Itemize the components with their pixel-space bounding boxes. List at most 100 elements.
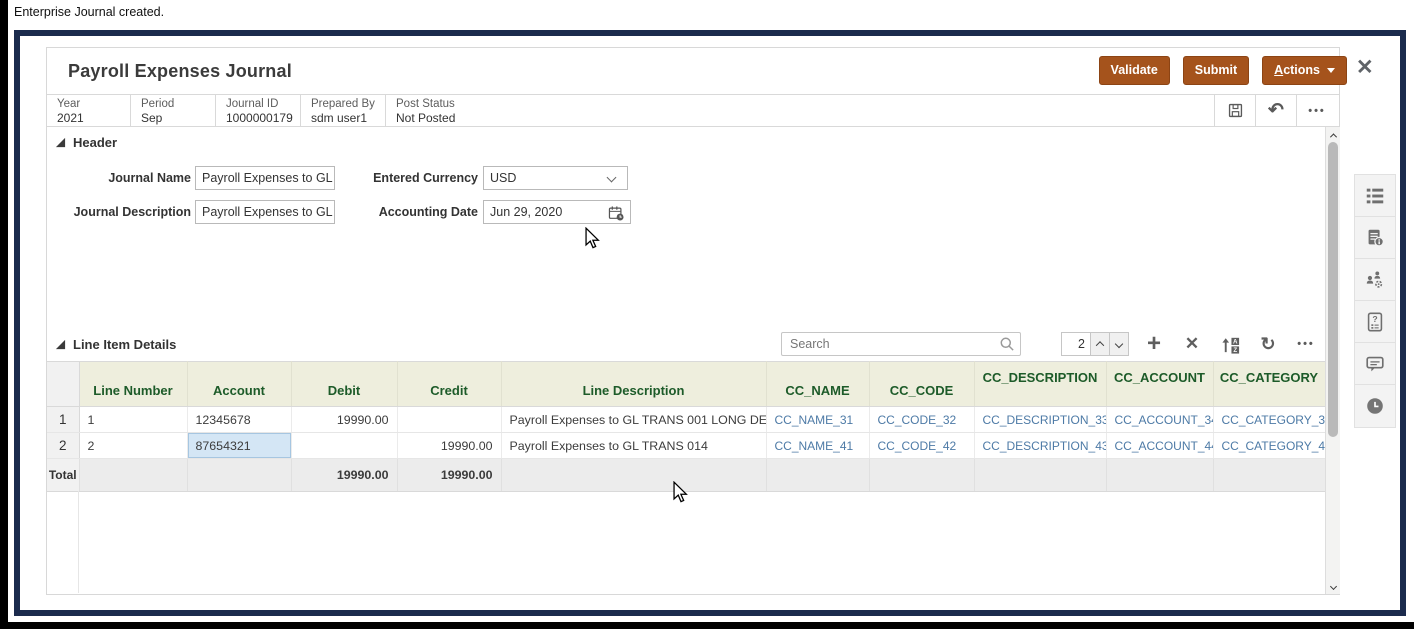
cell-debit[interactable] [291,433,397,459]
chevron-up-icon [1096,341,1104,349]
section-expanded-triangle-icon [55,137,66,148]
info-value: 1000000179 [226,111,300,125]
info-value: 2021 [57,111,130,125]
submit-button[interactable]: Submit [1183,56,1249,85]
line-items-section-toggle[interactable]: Line Item Details [55,337,176,352]
cell-cc-account[interactable]: CC_ACCOUNT_44 [1106,433,1213,459]
cell-cc-name[interactable]: CC_NAME_41 [766,433,869,459]
column-header-line-number[interactable]: Line Number [79,362,187,407]
cell-line-number[interactable]: 1 [79,407,187,433]
refresh-button[interactable]: ↻ [1253,332,1283,356]
total-cell-empty [869,459,974,492]
search-icon[interactable] [998,335,1016,353]
right-toolbar: ? [1354,174,1396,428]
column-header-cc-account[interactable]: CC_ACCOUNT [1106,362,1213,407]
delete-row-button[interactable]: ✕ [1177,332,1207,356]
accounting-date-field[interactable]: Jun 29, 2020 [483,200,631,224]
actions-button-label: Actions [1274,63,1320,77]
save-icon [1226,101,1245,120]
cell-cc-description[interactable]: CC_DESCRIPTION_43 [974,433,1106,459]
search-input[interactable] [781,332,1021,356]
plus-icon: + [1147,333,1161,355]
journal-panel: Payroll Expenses Journal Validate Submit… [46,47,1340,595]
comments-icon [1364,353,1386,375]
header-section-toggle[interactable]: Header [55,135,117,150]
actions-button[interactable]: Actions [1262,56,1347,85]
add-row-button[interactable]: + [1139,332,1169,356]
row-header-column [47,362,79,407]
spinner-up-button[interactable] [1090,332,1110,356]
cell-cc-account[interactable]: CC_ACCOUNT_34 [1106,407,1213,433]
column-header-line-description[interactable]: Line Description [501,362,766,407]
cell-line-description[interactable]: Payroll Expenses to GL TRANS 001 LONG DE… [501,407,766,433]
header-section-title: Header [73,135,117,150]
info-label: Prepared By [311,97,385,111]
ellipsis-icon: ••• [1308,105,1326,117]
entered-currency-select[interactable]: USD [483,166,628,190]
sort-button[interactable]: A Z [1215,332,1245,356]
info-field-prepared-by: Prepared By sdm user1 [301,95,386,126]
scrollbar-thumb[interactable] [1328,142,1338,437]
calendar-icon[interactable] [607,204,625,222]
journal-name-field[interactable]: Payroll Expenses to GL T [195,166,335,190]
cell-cc-category[interactable]: CC_CATEGORY_45 [1213,433,1325,459]
column-header-cc-description[interactable]: CC_DESCRIPTION [974,362,1106,407]
cell-cc-code[interactable]: CC_CODE_42 [869,433,974,459]
undo-button[interactable]: ↶ [1255,95,1296,126]
column-header-cc-name[interactable]: CC_NAME [766,362,869,407]
line-items-section-title: Line Item Details [73,337,176,352]
chevron-up-icon [1329,133,1336,140]
svg-text:Z: Z [1233,347,1237,354]
table-row: 1 1 12345678 19990.00 Payroll Expenses t… [47,407,1325,433]
cell-credit[interactable] [397,407,501,433]
cell-cc-name[interactable]: CC_NAME_31 [766,407,869,433]
history-clock-icon [1364,395,1386,417]
section-expanded-triangle-icon [55,339,66,350]
empty-grid-area [47,491,79,593]
comments-button[interactable] [1355,343,1395,385]
properties-list-button[interactable] [1355,175,1395,217]
more-options-button[interactable]: ••• [1296,95,1337,126]
save-button[interactable] [1214,95,1255,126]
cell-cc-code[interactable]: CC_CODE_32 [869,407,974,433]
total-cell-empty [79,459,187,492]
column-header-account[interactable]: Account [187,362,291,407]
history-button[interactable] [1355,385,1395,427]
journal-description-field[interactable]: Payroll Expenses to GL T [195,200,335,224]
row-spinner [1061,332,1129,356]
close-icon[interactable]: ✕ [1356,57,1374,79]
cell-credit[interactable]: 19990.00 [397,433,501,459]
column-header-cc-category[interactable]: CC_CATEGORY [1213,362,1325,407]
cell-account[interactable]: 12345678 [187,407,291,433]
cell-cc-description[interactable]: CC_DESCRIPTION_33 [974,407,1106,433]
scroll-up-button[interactable] [1326,128,1340,142]
help-questions-button[interactable]: ? [1355,301,1395,343]
info-field-post-status: Post Status Not Posted [386,95,471,126]
total-row: Total 19990.00 19990.00 [47,459,1325,492]
cell-line-number[interactable]: 2 [79,433,187,459]
total-credit: 19990.00 [397,459,501,492]
cell-debit[interactable]: 19990.00 [291,407,397,433]
validate-button[interactable]: Validate [1099,56,1170,85]
total-cell-empty [501,459,766,492]
column-header-credit[interactable]: Credit [397,362,501,407]
chevron-down-icon [1115,340,1123,348]
action-button-group: Validate Submit Actions [1099,56,1347,85]
workflow-users-icon [1364,269,1386,291]
cell-line-description[interactable]: Payroll Expenses to GL TRANS 014 [501,433,766,459]
cell-account-selected[interactable]: 87654321 [187,433,291,459]
vertical-scrollbar[interactable] [1325,127,1340,594]
journal-info-button[interactable] [1355,217,1395,259]
cell-cc-category[interactable]: CC_CATEGORY_35 [1213,407,1325,433]
spinner-down-button[interactable] [1109,332,1129,356]
row-header[interactable]: 2 [47,433,79,459]
info-field-period: Period Sep [131,95,216,126]
scroll-down-button[interactable] [1326,579,1340,593]
column-header-cc-code[interactable]: CC_CODE [869,362,974,407]
workflow-users-button[interactable] [1355,259,1395,301]
row-header[interactable]: 1 [47,407,79,433]
table-more-options-button[interactable]: ••• [1291,332,1321,356]
column-header-debit[interactable]: Debit [291,362,397,407]
info-value: Not Posted [396,111,471,125]
row-number-input[interactable] [1061,332,1091,356]
